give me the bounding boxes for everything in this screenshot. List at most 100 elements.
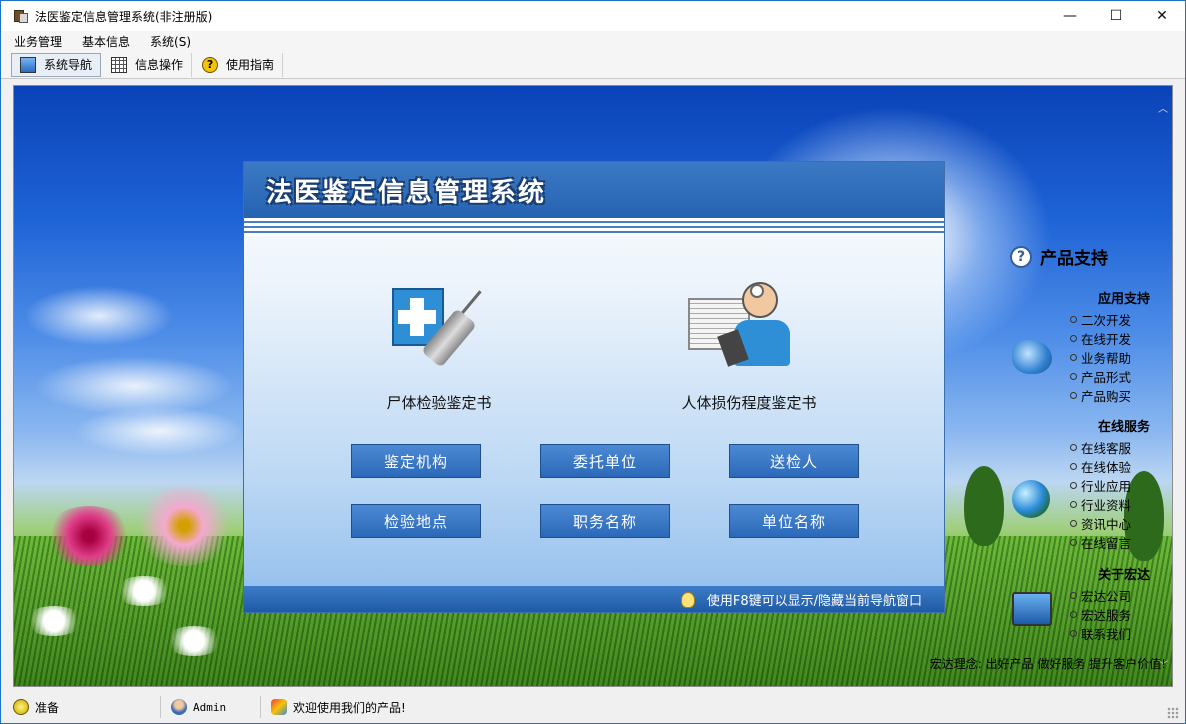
section-title-online-service: 在线服务 [1097, 420, 1150, 435]
link-label: 在线开发 [1081, 332, 1132, 347]
monitor-icon [1012, 592, 1052, 626]
link-label: 在线客服 [1081, 441, 1132, 456]
close-button[interactable]: ✕ [1139, 1, 1185, 31]
sidebar-link[interactable]: 业务帮助 [1070, 348, 1131, 367]
panel-header-stripes [244, 218, 944, 236]
status-state-text: 准备 [35, 700, 60, 715]
link-label: 资讯中心 [1081, 517, 1132, 532]
section-title-app-support: 应用支持 [1097, 292, 1150, 307]
sidebar-heading-text: 产品支持 [1040, 249, 1108, 269]
title-bar[interactable]: 法医鉴定信息管理系统(非注册版) — ☐ ✕ [1, 1, 1185, 31]
link-label: 在线留言 [1081, 536, 1132, 551]
submitter-button[interactable]: 送检人 [729, 444, 859, 478]
sidebar-link[interactable]: 行业资料 [1070, 495, 1131, 514]
daisy-image [114, 576, 174, 606]
unit-name-button[interactable]: 单位名称 [729, 504, 859, 538]
users-icon [271, 699, 287, 715]
menu-bar: 业务管理 基本信息 系统(S) [1, 31, 1185, 51]
menu-system[interactable]: 系统(S) [142, 33, 199, 50]
tab-system-navigation[interactable]: 系统导航 [11, 52, 102, 77]
menu-business[interactable]: 业务管理 [6, 33, 70, 50]
medical-kit-syringe-icon [374, 280, 504, 380]
sidebar-link[interactable]: 在线开发 [1070, 329, 1131, 348]
doctor-icon [684, 280, 814, 380]
background-tree [964, 466, 1004, 546]
navigation-panel: 法医鉴定信息管理系统 尸体检验鉴定书 人体损伤程度鉴定书 鉴定机构 委托单位 送… [243, 161, 945, 613]
bullet-icon [1070, 592, 1077, 599]
sidebar-link[interactable]: 在线客服 [1070, 438, 1131, 457]
link-label: 行业资料 [1081, 498, 1132, 513]
globe-icon [1012, 480, 1050, 518]
bullet-icon [1070, 630, 1077, 637]
arrow-icon [1012, 340, 1052, 374]
bullet-icon [1070, 373, 1077, 380]
tab-label: 信息操作 [135, 58, 184, 72]
resize-grip-icon[interactable] [1167, 707, 1179, 719]
link-label: 二次开发 [1081, 313, 1132, 328]
pink-flower-image [44, 506, 134, 566]
app-icon [13, 8, 29, 24]
sidebar-link[interactable]: 在线留言 [1070, 533, 1131, 552]
status-bar: 准备 Admin 欢迎使用我们的产品! [1, 691, 1185, 723]
tab-label: 系统导航 [44, 58, 93, 72]
section-list-about: 宏达公司 宏达服务 联系我们 [1070, 586, 1131, 643]
panel-title: 法医鉴定信息管理系统 [266, 178, 547, 208]
app-window: 法医鉴定信息管理系统(非注册版) — ☐ ✕ 业务管理 基本信息 系统(S) 系… [0, 0, 1186, 724]
user-icon [171, 699, 187, 715]
toolbar: 系统导航 信息操作 ? 使用指南 [1, 51, 1185, 79]
job-title-button[interactable]: 职务名称 [540, 504, 670, 538]
panel-footer: 使用F8键可以显示/隐藏当前导航窗口 [244, 586, 944, 612]
sidebar-link[interactable]: 宏达服务 [1070, 605, 1131, 624]
status-state: 准备 [1, 696, 161, 718]
tab-label: 使用指南 [226, 58, 275, 72]
menu-basic-info[interactable]: 基本信息 [74, 33, 138, 50]
hint-text: 使用F8键可以显示/隐藏当前导航窗口 [706, 594, 922, 609]
maximize-button[interactable]: ☐ [1093, 1, 1139, 31]
pink-flower-image [134, 486, 234, 566]
bullet-icon [1070, 463, 1077, 470]
tab-user-guide[interactable]: ? 使用指南 [194, 52, 284, 77]
background-cloud [74, 406, 244, 456]
link-label: 宏达公司 [1081, 589, 1132, 604]
window-title: 法医鉴定信息管理系统(非注册版) [35, 9, 213, 24]
link-label: 行业应用 [1081, 479, 1132, 494]
inspection-location-button[interactable]: 检验地点 [351, 504, 481, 538]
window-controls: — ☐ ✕ [1047, 1, 1185, 31]
lightbulb-icon [13, 699, 29, 715]
lightbulb-icon [680, 591, 695, 608]
bullet-icon [1070, 354, 1077, 361]
link-label: 产品形式 [1081, 370, 1132, 385]
tab-info-operation[interactable]: 信息操作 [103, 52, 193, 77]
bullet-icon [1070, 501, 1077, 508]
feature-label: 尸体检验鉴定书 [386, 394, 492, 412]
minimize-button[interactable]: — [1047, 1, 1093, 31]
monitor-icon [20, 56, 36, 73]
sidebar-link[interactable]: 在线体验 [1070, 457, 1131, 476]
sidebar-link[interactable]: 资讯中心 [1070, 514, 1131, 533]
sidebar-link[interactable]: 联系我们 [1070, 624, 1131, 643]
sidebar-link[interactable]: 行业应用 [1070, 476, 1131, 495]
sidebar-link[interactable]: 产品购买 [1070, 386, 1131, 405]
bullet-icon [1070, 482, 1077, 489]
sidebar-link[interactable]: 宏达公司 [1070, 586, 1131, 605]
sidebar-link[interactable]: 产品形式 [1070, 367, 1131, 386]
status-user: Admin [161, 696, 261, 718]
entrusting-unit-button[interactable]: 委托单位 [540, 444, 670, 478]
scroll-up-arrow-icon[interactable]: ︿ [1158, 100, 1168, 115]
link-label: 业务帮助 [1081, 351, 1132, 366]
bullet-icon [1070, 335, 1077, 342]
autopsy-report-link[interactable]: 尸体检验鉴定书 [339, 280, 539, 413]
link-label: 宏达服务 [1081, 608, 1132, 623]
feature-label: 人体损伤程度鉴定书 [681, 394, 817, 412]
product-support-sidebar: ? 产品支持 应用支持 二次开发 在线开发 业务帮助 产品形式 产品购买 在线服… [1002, 236, 1172, 656]
background-cloud [24, 286, 174, 346]
sidebar-link[interactable]: 二次开发 [1070, 310, 1131, 329]
company-slogan: 宏达理念: 出好产品 做好服务 提升客户价值! [929, 657, 1166, 671]
injury-report-link[interactable]: 人体损伤程度鉴定书 [649, 280, 849, 413]
appraisal-agency-button[interactable]: 鉴定机构 [351, 444, 481, 478]
sidebar-heading: ? 产品支持 [1010, 244, 1108, 269]
bullet-icon [1070, 520, 1077, 527]
status-message: 欢迎使用我们的产品! [261, 696, 406, 718]
status-message-text: 欢迎使用我们的产品! [293, 700, 406, 715]
bullet-icon [1070, 392, 1077, 399]
